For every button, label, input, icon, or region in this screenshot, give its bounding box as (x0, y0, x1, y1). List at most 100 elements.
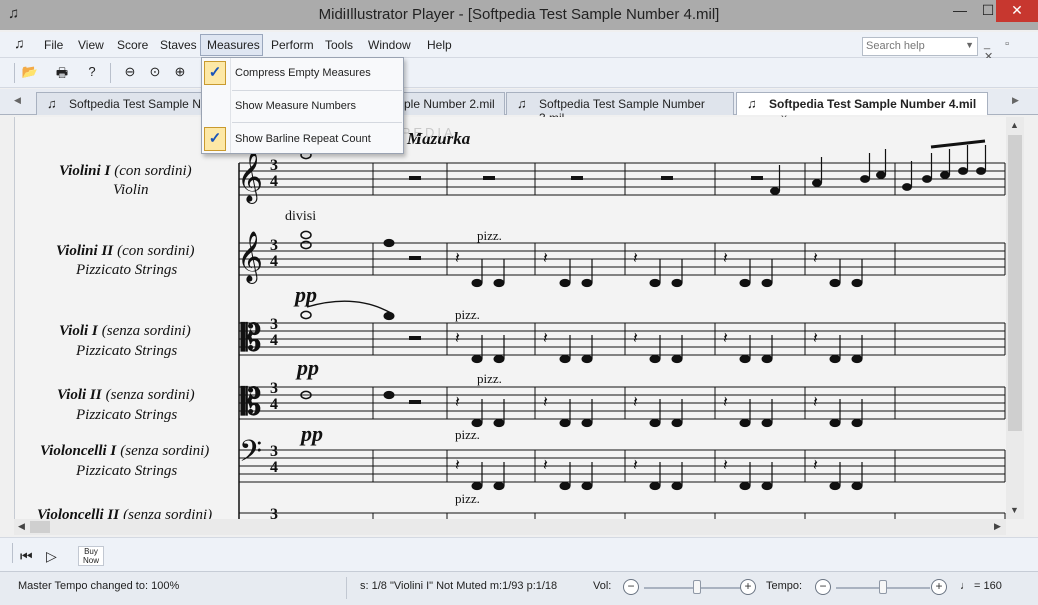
tab-scroll-left-icon[interactable]: ◀ (14, 95, 21, 106)
play-icon[interactable]: ▷ (46, 548, 57, 565)
status-separator (346, 577, 347, 599)
zoom-out-icon[interactable]: ⊖ (120, 64, 140, 82)
scroll-left-icon[interactable]: ◀ (18, 521, 25, 532)
treble-clef-icon: 𝄞 (237, 232, 263, 284)
notehead (940, 171, 950, 179)
time-sig-bottom: 4 (270, 173, 278, 190)
search-help-input[interactable]: Search help ▼ (862, 37, 978, 56)
menu-item-label: Compress Empty Measures (235, 67, 371, 79)
alto-clef-icon: 𝄡 (240, 382, 261, 422)
instrument-violini-1: Violin (113, 182, 149, 198)
notehead (649, 418, 661, 428)
quarter-rest: 𝄽 (455, 250, 460, 267)
whole-rest (409, 256, 421, 260)
menu-show-barline-repeat-count[interactable]: ✓ Show Barline Repeat Count (202, 125, 403, 155)
dynamic-pp: pp (293, 282, 317, 307)
notehead (559, 418, 571, 428)
quarter-rest: 𝄽 (813, 330, 818, 347)
notehead (812, 179, 822, 187)
notehead (383, 311, 395, 321)
notehead (860, 175, 870, 183)
menu-divider (232, 90, 402, 91)
chevron-down-icon[interactable]: ▼ (965, 40, 974, 50)
whole-rest (751, 176, 763, 180)
scroll-up-icon[interactable]: ▲ (1010, 120, 1019, 130)
notehead (581, 354, 593, 364)
scroll-right-icon[interactable]: ▶ (994, 521, 1001, 532)
zoom-in-icon[interactable]: ⊕ (170, 64, 190, 82)
notehead (739, 418, 751, 428)
scroll-down-icon[interactable]: ▼ (1010, 505, 1019, 515)
scroll-thumb[interactable] (1008, 135, 1022, 431)
buy-now-button[interactable]: Buy Now (78, 546, 104, 566)
volume-down-button[interactable]: − (623, 579, 639, 595)
notehead (493, 278, 505, 288)
menu-staves[interactable]: Staves (160, 38, 197, 52)
menu-score[interactable]: Score (117, 38, 148, 52)
tab-sample-4[interactable]: ♫ Softpedia Test Sample Number 4.mil x (736, 92, 988, 125)
time-sig-top: 3 (270, 380, 278, 397)
pizz-marking: pizz. (455, 307, 480, 322)
menu-compress-empty-measures[interactable]: ✓ Compress Empty Measures (202, 59, 403, 89)
notehead (739, 481, 751, 491)
status-position: s: 1/8 "Violini I" Not Muted m:1/93 p:1/… (360, 580, 558, 592)
context-help-icon[interactable]: ? (82, 64, 102, 82)
notehead (471, 354, 483, 364)
menu-show-measure-numbers[interactable]: Show Measure Numbers (202, 92, 403, 122)
notehead (671, 278, 683, 288)
dynamic-pp: pp (299, 421, 323, 446)
scroll-thumb[interactable] (30, 521, 50, 533)
menu-view[interactable]: View (78, 38, 104, 52)
pizz-marking: pizz. (455, 491, 480, 506)
tempo-down-button[interactable]: − (815, 579, 831, 595)
menu-window[interactable]: Window (368, 38, 411, 52)
tempo-label: Tempo: (766, 580, 803, 592)
document-tabs: ◀ ♫ Softpedia Test Sample N ple Number 2… (0, 89, 1038, 125)
vertical-scrollbar[interactable]: ▲ ▼ (1006, 117, 1024, 519)
quarter-rest: 𝄽 (723, 394, 728, 411)
menu-file[interactable]: File (44, 38, 63, 52)
close-button[interactable]: ✕ (996, 0, 1038, 22)
notehead (829, 418, 841, 428)
pizz-marking: pizz. (455, 427, 480, 442)
check-icon: ✓ (204, 61, 226, 85)
staff-label-violoncelli-1: Violoncelli I (senza sordini) (40, 443, 209, 459)
tab-label: ple Number 2.mil (404, 97, 495, 111)
print-icon[interactable]: 🖶 (52, 64, 72, 82)
volume-slider-thumb[interactable] (692, 580, 701, 594)
menu-help[interactable]: Help (427, 38, 452, 52)
notehead (671, 418, 683, 428)
document-icon[interactable]: ♫ (14, 35, 25, 51)
status-message: Master Tempo changed to: 100% (18, 580, 180, 592)
volume-up-button[interactable]: + (740, 579, 756, 595)
menu-tools[interactable]: Tools (325, 38, 353, 52)
score-view[interactable]: 𝄽𝄽𝄽𝄽𝄽𝄽𝄽𝄽𝄽𝄽𝄽𝄽𝄽𝄽𝄽𝄽𝄽𝄽𝄽𝄽 Mazurka i SOFTPEDIA… (14, 117, 1006, 519)
tab-sample-1[interactable]: ♫ Softpedia Test Sample N (36, 92, 206, 115)
tab-sample-2[interactable]: ple Number 2.mil (402, 92, 505, 115)
notehead (851, 481, 863, 491)
notehead (471, 278, 483, 288)
time-sig-top: 3 (270, 316, 278, 333)
open-folder-icon[interactable]: 📂 (20, 64, 40, 82)
notehead (902, 183, 912, 191)
score-canvas: 𝄽𝄽𝄽𝄽𝄽𝄽𝄽𝄽𝄽𝄽𝄽𝄽𝄽𝄽𝄽𝄽𝄽𝄽𝄽𝄽 Mazurka i SOFTPEDIA… (37, 125, 1006, 519)
whole-rest (661, 176, 673, 180)
divisi-marking: divisi (285, 209, 316, 224)
zoom-reset-icon[interactable]: ⊙ (145, 64, 165, 82)
tempo-up-button[interactable]: + (931, 579, 947, 595)
notehead (493, 354, 505, 364)
quarter-rest: 𝄽 (813, 457, 818, 474)
horizontal-scrollbar[interactable]: ◀ ▶ (14, 519, 1006, 535)
pizz-marking: pizz. (477, 371, 502, 386)
half-note (300, 230, 312, 240)
notehead (829, 481, 841, 491)
menu-measures[interactable]: Measures (207, 38, 260, 52)
quarter-rest: 𝄽 (543, 330, 548, 347)
tempo-slider-thumb[interactable] (879, 580, 887, 594)
tab-scroll-right-icon[interactable]: ▶ (1012, 95, 1019, 106)
instrument-violini-2: Pizzicato Strings (75, 262, 177, 278)
title-bar: ♫ MidiIllustrator Player - [Softpedia Te… (0, 0, 1038, 30)
menu-perform[interactable]: Perform (271, 38, 314, 52)
rewind-icon[interactable]: ⏮ (20, 548, 33, 565)
tab-sample-3[interactable]: ♫ Softpedia Test Sample Number 3.mil (506, 92, 734, 125)
